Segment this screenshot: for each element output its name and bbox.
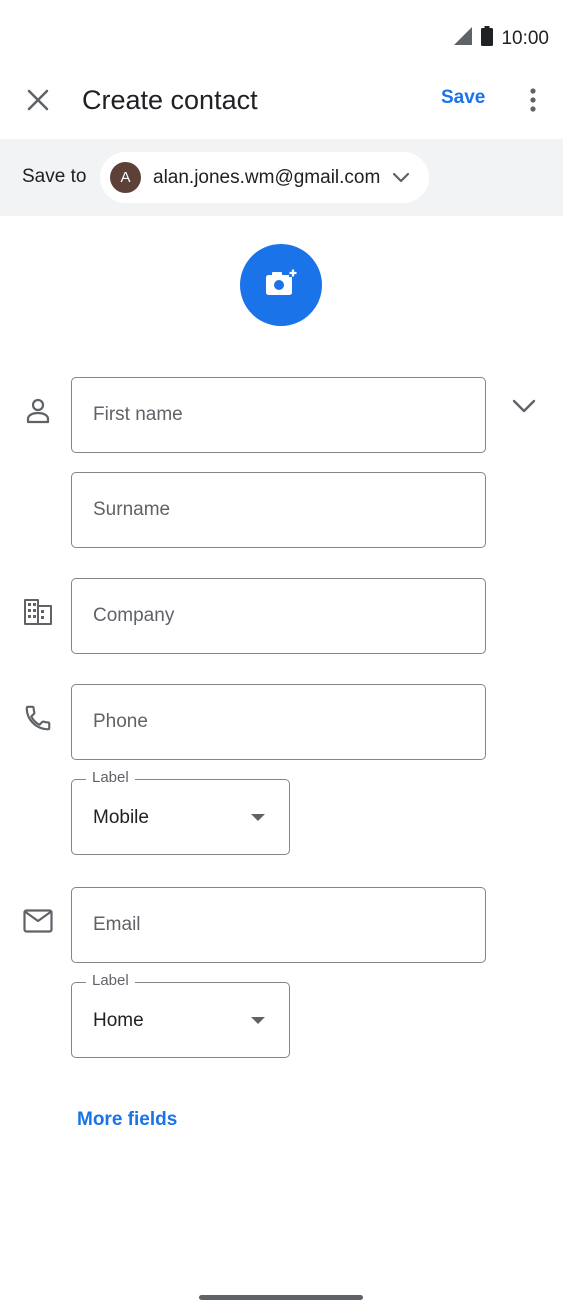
signal-icon [453, 26, 473, 51]
account-email: alan.jones.wm@gmail.com [153, 166, 381, 188]
phone-label-value: Mobile [93, 807, 149, 828]
more-vert-icon [530, 87, 536, 117]
add-photo-button[interactable] [240, 244, 322, 326]
person-icon [22, 395, 54, 427]
email-label-value: Home [93, 1010, 144, 1031]
more-fields-button[interactable]: More fields [77, 1109, 177, 1131]
phone-label-legend: Label [86, 769, 135, 786]
chevron-down-icon [512, 398, 536, 419]
company-field[interactable] [71, 578, 486, 654]
surname-input[interactable] [72, 473, 485, 547]
expand-name-button[interactable] [508, 392, 540, 424]
battery-icon [481, 26, 494, 51]
status-bar: 10:00 [0, 0, 563, 76]
phone-icon [22, 702, 54, 734]
page-title: Create contact [82, 85, 258, 115]
email-label-select[interactable]: Label Home [71, 972, 290, 1058]
email-icon [22, 905, 54, 937]
business-icon [22, 596, 54, 628]
surname-field[interactable] [71, 472, 486, 548]
add-photo-icon [265, 268, 297, 302]
save-button[interactable]: Save [441, 87, 485, 109]
save-to-bar: Save to A alan.jones.wm@gmail.com [0, 139, 563, 216]
email-field[interactable] [71, 887, 486, 963]
more-options-button[interactable] [518, 84, 548, 120]
first-name-input[interactable] [72, 378, 485, 452]
app-bar: Create contact Save [0, 76, 563, 138]
save-to-label: Save to [22, 166, 87, 187]
first-name-field[interactable] [71, 377, 486, 453]
company-input[interactable] [72, 579, 485, 653]
email-input[interactable] [72, 888, 485, 962]
status-time: 10:00 [501, 27, 549, 49]
dropdown-arrow-icon [251, 814, 265, 821]
account-selector[interactable]: A alan.jones.wm@gmail.com [100, 152, 429, 203]
phone-field[interactable] [71, 684, 486, 760]
chevron-down-icon [392, 172, 410, 184]
status-icons: 10:00 [453, 26, 549, 51]
phone-label-select[interactable]: Label Mobile [71, 769, 290, 855]
avatar: A [110, 162, 141, 193]
dropdown-arrow-icon [251, 1017, 265, 1024]
create-contact-screen: 10:00 Create contact Save Save to A alan… [0, 0, 563, 1314]
close-icon [27, 89, 49, 116]
email-label-legend: Label [86, 972, 135, 989]
close-button[interactable] [20, 84, 56, 120]
home-indicator[interactable] [199, 1295, 363, 1300]
phone-input[interactable] [72, 685, 485, 759]
